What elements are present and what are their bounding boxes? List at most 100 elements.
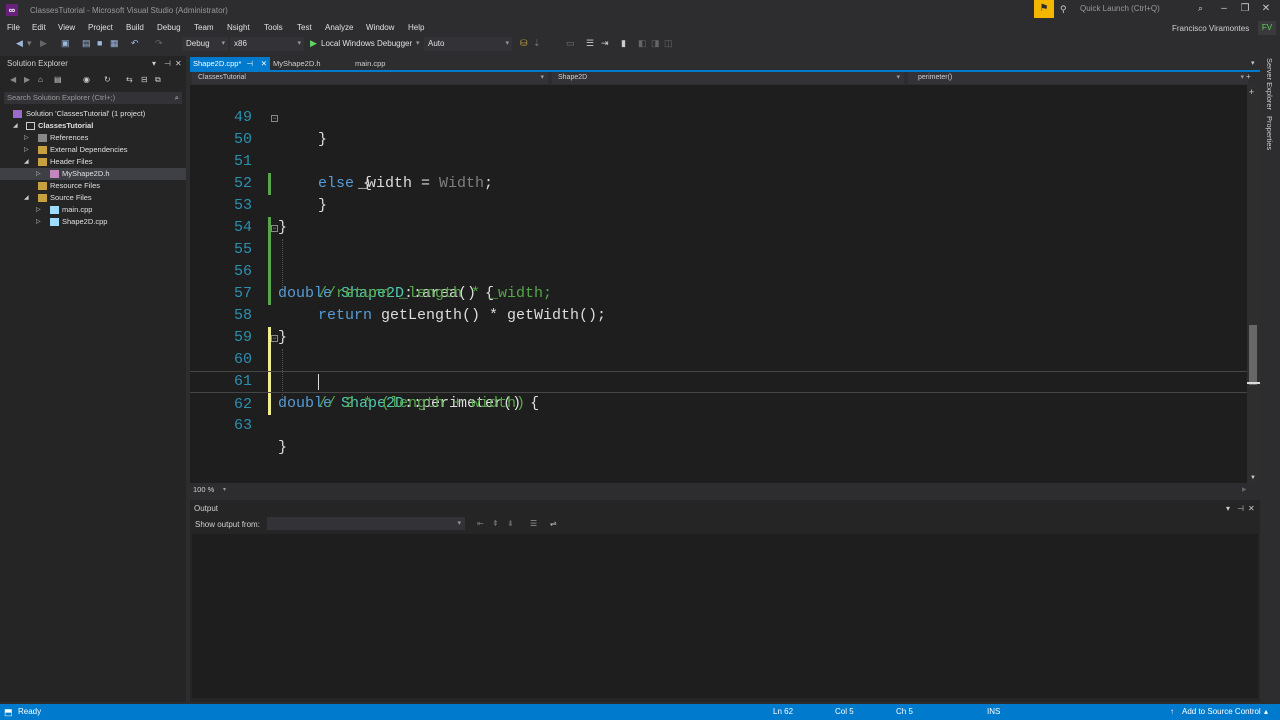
close-window-button[interactable]: ✕ <box>1258 2 1274 16</box>
clear-all-icon[interactable]: ☰ <box>530 519 537 528</box>
editor-vertical-scrollbar[interactable]: + ▼ <box>1247 85 1260 483</box>
code-line-61[interactable]: 61 // 2 * (length + width) <box>190 349 1247 412</box>
step-icon[interactable]: ⇣ <box>533 38 541 49</box>
code-line-63[interactable]: 63 } <box>190 393 1247 456</box>
new-project-icon[interactable]: ▣ <box>61 38 70 49</box>
collapsed-arrow-icon[interactable]: ▷ <box>36 168 41 180</box>
previous-message-icon[interactable]: ⇞ <box>492 519 499 528</box>
platform-dropdown[interactable]: x86 ▾ <box>230 37 304 51</box>
type-scope-dropdown[interactable]: Shape2D ▾ <box>552 72 904 84</box>
expanded-arrow-icon[interactable]: ◢ <box>24 156 29 168</box>
tree-item-references[interactable]: ▷ References <box>0 132 186 144</box>
tree-item-resource-files[interactable]: Resource Files <box>0 180 186 192</box>
tree-item-myshape2d-h[interactable]: ▷ MyShape2D.h <box>0 168 186 180</box>
save-icon[interactable]: ■ <box>97 38 102 48</box>
back-dropdown-icon[interactable]: ▾ <box>27 38 32 49</box>
code-line-49[interactable]: 49 } <box>190 85 1247 148</box>
menu-help[interactable]: Help <box>408 23 424 32</box>
window-position-icon[interactable]: ▾ <box>1226 504 1230 513</box>
sync-icon[interactable]: ⇆ <box>126 75 133 84</box>
tab-main-cpp[interactable]: main.cpp <box>352 57 412 70</box>
output-text-area[interactable] <box>192 534 1258 698</box>
next-bookmark-icon[interactable]: ◨ <box>651 38 660 49</box>
pin-icon[interactable]: ⊣ <box>1237 504 1244 513</box>
history-icon[interactable]: ↻ <box>104 75 111 84</box>
show-all-files-icon[interactable]: ⧉ <box>155 75 161 85</box>
tree-item-source-files[interactable]: ◢ Source Files <box>0 192 186 204</box>
tree-item-project[interactable]: ◢ ClassesTutorial <box>0 120 186 132</box>
collapsed-arrow-icon[interactable]: ▷ <box>24 132 29 144</box>
find-message-icon[interactable]: ⇤ <box>477 519 484 528</box>
expanded-arrow-icon[interactable]: ◢ <box>24 192 29 204</box>
output-icon[interactable]: ⬒ <box>4 704 13 720</box>
code-line-59[interactable]: 59 <box>190 305 1247 346</box>
add-to-source-control-button[interactable]: Add to Source Control <box>1182 704 1261 720</box>
collapse-region-icon[interactable]: − <box>271 335 278 342</box>
code-line-50[interactable]: 50 − else { <box>190 107 1247 192</box>
forward-icon[interactable]: ▶ <box>24 75 30 84</box>
tab-list-dropdown-icon[interactable]: ▾ <box>1251 59 1255 67</box>
hex-icon[interactable]: ▭ <box>566 38 575 49</box>
debugger-mode-dropdown[interactable]: Auto ▾ <box>424 37 512 51</box>
back-icon[interactable]: ◀ <box>16 38 23 49</box>
tab-server-explorer[interactable]: Server Explorer <box>1265 58 1274 110</box>
undo-icon[interactable]: ↶ <box>131 38 139 49</box>
start-debugging-icon[interactable]: ▶ <box>310 38 317 49</box>
restore-button[interactable]: ❐ <box>1237 2 1253 16</box>
minimize-button[interactable]: – <box>1216 2 1232 16</box>
collapse-all-icon[interactable]: ⊟ <box>141 75 148 84</box>
menu-nsight[interactable]: Nsight <box>227 23 250 32</box>
zoom-level[interactable]: 100 % <box>193 485 214 494</box>
clear-bookmarks-icon[interactable]: ◫ <box>664 38 673 49</box>
notifications-flag-icon[interactable]: ⚑ <box>1034 0 1054 18</box>
collapsed-arrow-icon[interactable]: ▷ <box>36 216 41 228</box>
menu-analyze[interactable]: Analyze <box>325 23 353 32</box>
collapsed-arrow-icon[interactable]: ▷ <box>24 144 29 156</box>
tree-item-main-cpp[interactable]: ▷ main.cpp <box>0 204 186 216</box>
chevron-up-icon[interactable]: ▴ <box>1264 704 1268 720</box>
menu-debug[interactable]: Debug <box>157 23 181 32</box>
tab-myshape2d-h[interactable]: MyShape2D.h <box>270 57 350 70</box>
collapsed-arrow-icon[interactable]: ▷ <box>36 204 41 216</box>
redo-icon[interactable]: ↷ <box>155 38 163 49</box>
menu-file[interactable]: File <box>7 23 20 32</box>
configuration-dropdown[interactable]: Debug ▾ <box>182 37 228 51</box>
menu-test[interactable]: Test <box>297 23 312 32</box>
word-wrap-icon[interactable]: ⇌ <box>550 519 557 528</box>
pin-icon[interactable]: ⊣ <box>246 57 253 70</box>
chevron-down-icon[interactable]: ▾ <box>223 484 226 496</box>
tree-item-external-dependencies[interactable]: ▷ External Dependencies <box>0 144 186 156</box>
code-line-53[interactable]: 53 } <box>190 173 1247 236</box>
collapse-region-icon[interactable]: − <box>271 225 278 232</box>
code-line-55[interactable]: 55 − double Shape2D::area() { <box>190 217 1247 302</box>
code-line-51[interactable]: 51 _width = Width; <box>190 129 1247 192</box>
menu-view[interactable]: View <box>58 23 75 32</box>
scrollbar-thumb[interactable] <box>1249 325 1257 385</box>
menu-window[interactable]: Window <box>366 23 394 32</box>
chevron-down-icon[interactable]: ▾ <box>416 39 420 47</box>
indent-icon[interactable]: ⇥ <box>601 38 609 49</box>
split-window-icon[interactable]: + <box>1246 72 1251 81</box>
solution-explorer-search-input[interactable]: Search Solution Explorer (Ctrl+;) ⌕ <box>4 92 182 104</box>
menu-project[interactable]: Project <box>88 23 113 32</box>
code-line-58[interactable]: 58 } <box>190 283 1247 346</box>
prev-bookmark-icon[interactable]: ◧ <box>638 38 647 49</box>
tree-item-header-files[interactable]: ◢ Header Files <box>0 156 186 168</box>
quick-launch-input[interactable]: Quick Launch (Ctrl+Q) <box>1076 2 1216 16</box>
menu-build[interactable]: Build <box>126 23 144 32</box>
menu-team[interactable]: Team <box>194 23 214 32</box>
avatar[interactable]: FV <box>1258 21 1276 35</box>
project-scope-dropdown[interactable]: ClassesTutorial ▾ <box>192 72 548 84</box>
tab-shape2d-cpp[interactable]: Shape2D.cpp* ⊣ ✕ <box>190 57 270 70</box>
expanded-arrow-icon[interactable]: ◢ <box>13 120 18 132</box>
bookmark-icon[interactable]: ▮ <box>621 38 626 49</box>
close-icon[interactable]: ✕ <box>175 59 182 68</box>
next-message-icon[interactable]: ⇟ <box>507 519 514 528</box>
align-icon[interactable]: ☰ <box>586 38 594 49</box>
member-scope-dropdown[interactable]: perimeter() ▾ <box>908 72 1248 84</box>
close-icon[interactable]: ✕ <box>261 57 267 70</box>
save-all-icon[interactable]: ▦ <box>110 38 119 49</box>
back-icon[interactable]: ◀ <box>10 75 16 84</box>
search-icon[interactable]: ⌕ <box>1198 3 1203 14</box>
code-line-62-current[interactable]: 62 <box>190 371 1247 413</box>
